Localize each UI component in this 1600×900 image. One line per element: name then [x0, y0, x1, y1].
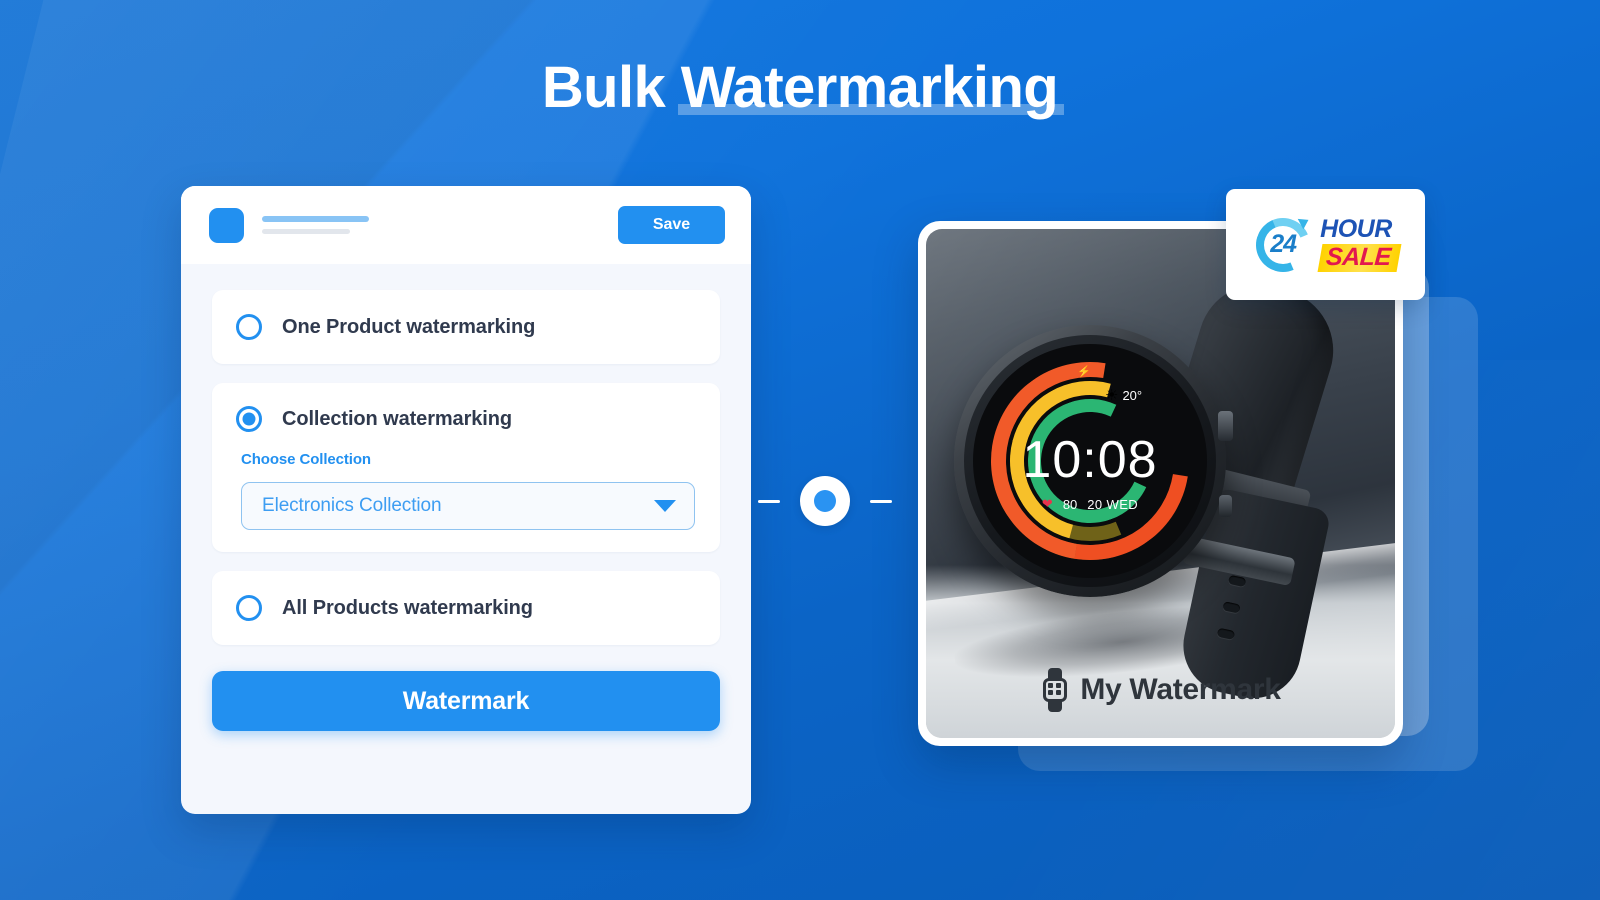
choose-collection-label: Choose Collection [241, 451, 371, 468]
radio-collection[interactable] [236, 406, 262, 432]
option-label-all-products: All Products watermarking [282, 596, 533, 619]
panel-header: Save [181, 186, 751, 264]
header-placeholder-lines [262, 216, 618, 234]
connector-dash-right [870, 499, 892, 503]
watermark-text: My Watermark [1080, 673, 1281, 706]
smartwatch-render: ⚡ ☀ 20° 10:08 ❤ 80 20 WED [926, 229, 1395, 738]
option-label-one-product: One Product watermarking [282, 315, 536, 338]
panel-body: One Product watermarking Collection wate… [181, 264, 751, 731]
watermark-settings-panel: Save One Product watermarking Collection… [181, 186, 751, 814]
watermark-button[interactable]: Watermark [212, 671, 720, 731]
sale-badge: 24 HOUR SALE [1226, 189, 1425, 300]
smartwatch-icon [1040, 668, 1070, 712]
clock-arrow-icon: 24 [1248, 209, 1319, 280]
page-title-container: Bulk Watermarking [0, 55, 1600, 120]
watch-weather: ☀ 20° [1105, 388, 1142, 403]
heart-icon: ❤ [1041, 496, 1053, 511]
option-card-all-products[interactable]: All Products watermarking [212, 571, 720, 645]
placeholder-line-secondary [262, 229, 350, 234]
option-card-collection[interactable]: Collection watermarking Choose Collectio… [212, 383, 720, 552]
watch-heart-rate: 80 [1062, 496, 1078, 512]
option-row-all-products[interactable]: All Products watermarking [212, 571, 720, 645]
app-square-icon [209, 207, 244, 243]
placeholder-line-primary [262, 216, 369, 222]
radio-all-products[interactable] [236, 595, 262, 621]
sale-badge-number: 24 [1270, 230, 1297, 258]
sale-badge-banner: SALE [1317, 243, 1402, 272]
sale-badge-sale: SALE [1325, 243, 1392, 271]
product-image: ⚡ ☀ 20° 10:08 ❤ 80 20 WED My Watermark [926, 229, 1395, 738]
option-card-one-product[interactable]: One Product watermarking [212, 290, 720, 364]
watch-screen: ⚡ ☀ 20° 10:08 ❤ 80 20 WED [973, 344, 1207, 578]
watch-bolt-icon: ⚡ [1077, 366, 1091, 378]
option-row-collection[interactable]: Collection watermarking [212, 383, 720, 455]
connector-node [800, 476, 850, 526]
page-title: Bulk Watermarking [541, 55, 1065, 120]
collection-select[interactable]: Electronics Collection [241, 482, 695, 530]
chevron-down-icon[interactable] [654, 500, 676, 512]
sun-icon: ☀ [1105, 387, 1119, 404]
connector-node-inner [814, 490, 836, 512]
option-row-one-product[interactable]: One Product watermarking [212, 290, 720, 364]
connector [758, 476, 892, 526]
watch-crown-upper [1218, 411, 1233, 441]
save-button[interactable]: Save [618, 206, 725, 244]
image-watermark-overlay: My Watermark [926, 668, 1395, 712]
watch-crown-lower [1219, 495, 1232, 517]
watch-date: 20 WED [1087, 496, 1139, 512]
watch-temperature: 20° [1122, 388, 1143, 403]
sale-badge-hour: HOUR [1320, 215, 1392, 243]
page-title-lead: Bulk [541, 55, 681, 120]
radio-one-product[interactable] [236, 314, 262, 340]
watch-bezel: ⚡ ☀ 20° 10:08 ❤ 80 20 WED [964, 335, 1216, 587]
watch-metrics: ❤ 80 20 WED [973, 496, 1207, 512]
page-title-highlight: Watermarking [677, 55, 1065, 120]
watch-body: ⚡ ☀ 20° 10:08 ❤ 80 20 WED [954, 325, 1233, 597]
watch-time: 10:08 [1022, 431, 1158, 489]
connector-dash-left [758, 499, 780, 503]
option-label-collection: Collection watermarking [282, 407, 512, 430]
collection-select-value: Electronics Collection [262, 495, 442, 516]
